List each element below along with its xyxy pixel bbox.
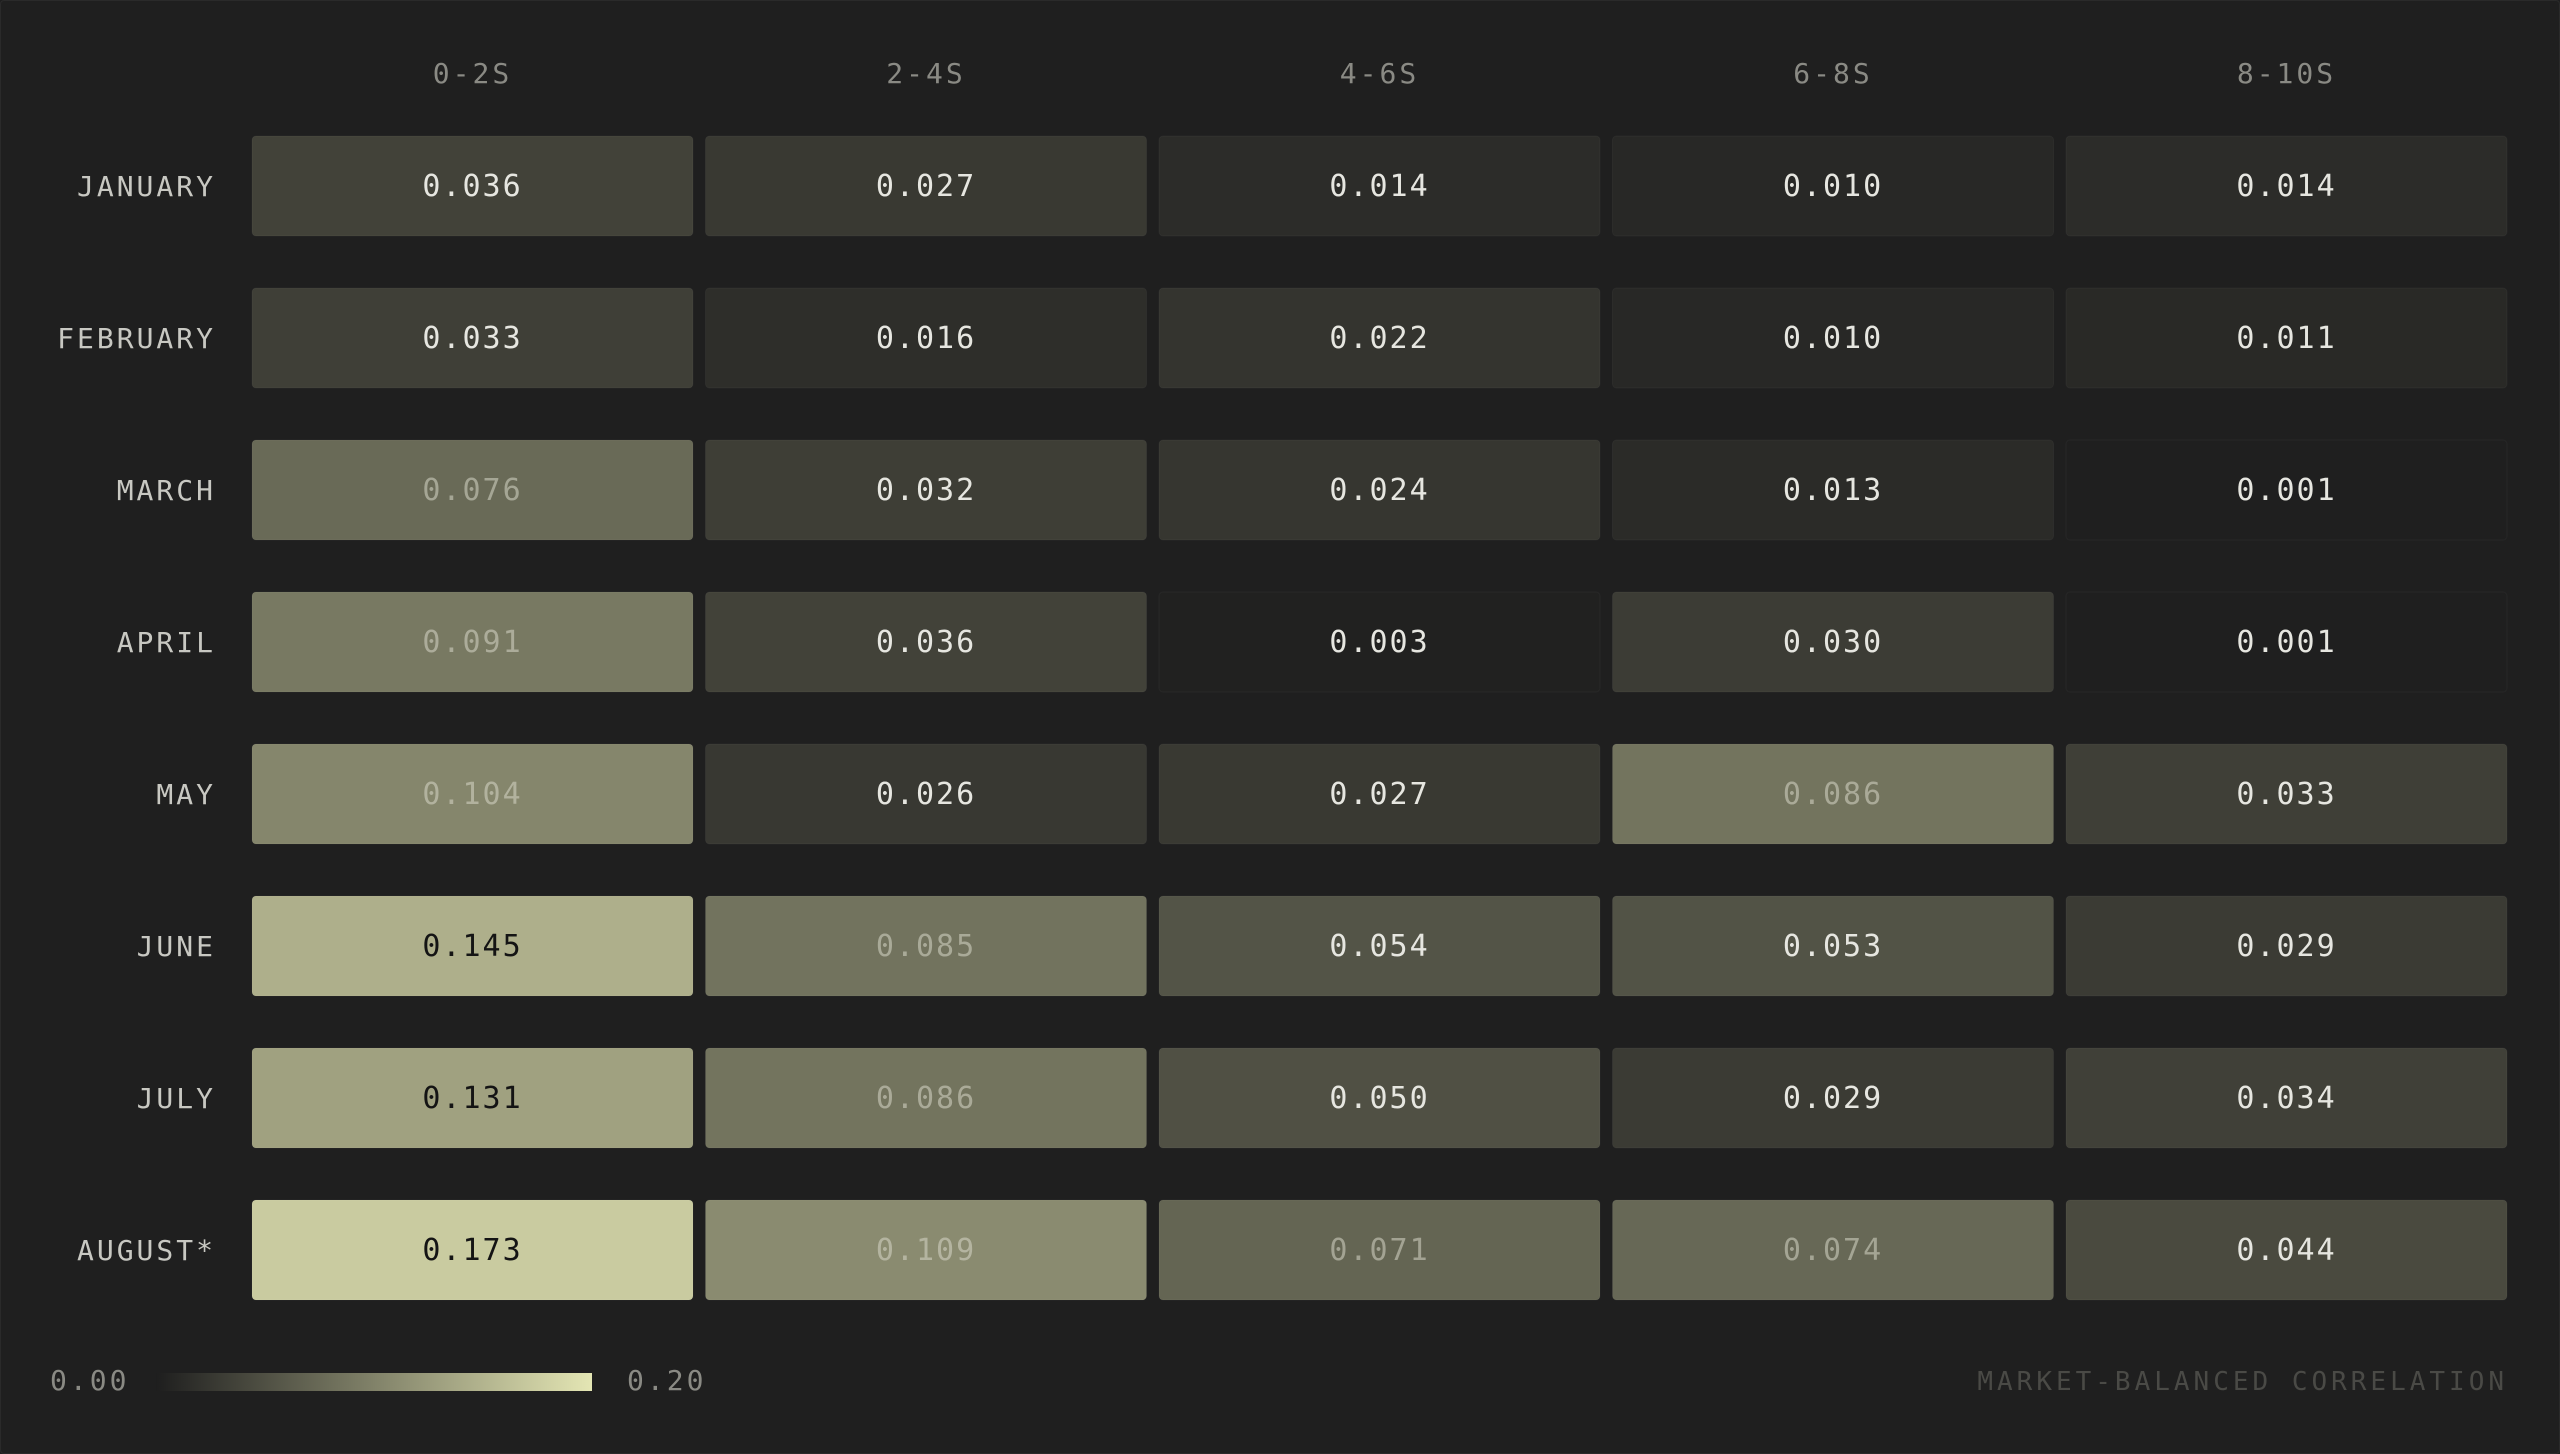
row-label: MAY — [156, 778, 216, 811]
cell-value-label: 0.086 — [876, 1081, 976, 1116]
cell-value-label: 0.027 — [876, 169, 976, 204]
cell-value-label: 0.071 — [1329, 1233, 1429, 1268]
chart-caption: MARKET-BALANCED CORRELATION — [1977, 1367, 2508, 1397]
row-label: AUGUST* — [77, 1234, 216, 1267]
column-label: 6-8S — [1793, 57, 1872, 90]
cell-value-label: 0.013 — [1783, 473, 1883, 508]
row-labels: JANUARY FEBRUARY MARCH APRIL MAY JUNE JULY AUGU… — [57, 170, 216, 1267]
cell-value-label: 0.027 — [1329, 777, 1429, 812]
cell-value-label: 0.086 — [1783, 777, 1883, 812]
cell-value-label: 0.032 — [876, 473, 976, 508]
cell-value-label: 0.036 — [422, 169, 522, 204]
row-label: MARCH — [117, 474, 216, 507]
cell-value-label: 0.076 — [422, 473, 522, 508]
cell-value-label: 0.029 — [2236, 929, 2336, 964]
heatmap-chart: 0-2S 2-4S 4-6S 6-8S 8-10S JANUARY FEBRUARY MAR… — [50, 57, 2508, 1397]
cell-value-label: 0.003 — [1329, 625, 1429, 660]
cell-value-label: 0.091 — [422, 625, 522, 660]
cell-value-label: 0.033 — [422, 321, 522, 356]
column-label: 8-10S — [2237, 57, 2336, 90]
cell-value-label: 0.024 — [1329, 473, 1429, 508]
column-label: 2-4S — [886, 57, 965, 90]
cell-value-label: 0.011 — [2236, 321, 2336, 356]
cell-value-label: 0.145 — [422, 929, 522, 964]
column-labels: 0-2S 2-4S 4-6S 6-8S 8-10S — [433, 57, 2336, 90]
cell-value-label: 0.033 — [2236, 777, 2336, 812]
column-label: 4-6S — [1340, 57, 1419, 90]
legend-max-label: 0.20 — [627, 1364, 706, 1397]
cell-value-label: 0.016 — [876, 321, 976, 356]
cell-value-label: 0.044 — [2236, 1233, 2336, 1268]
color-legend: 0.00 0.20 — [50, 1364, 706, 1397]
cell-value-label: 0.085 — [876, 929, 976, 964]
row-label: FEBRUARY — [57, 322, 216, 355]
cell-value-label: 0.173 — [422, 1233, 522, 1268]
cell-value-label: 0.001 — [2236, 473, 2336, 508]
cell-value-label: 0.036 — [876, 625, 976, 660]
row-label: JUNE — [137, 930, 216, 963]
cell-value-label: 0.074 — [1783, 1233, 1883, 1268]
cell-value-label: 0.022 — [1329, 321, 1429, 356]
row-label: JANUARY — [77, 170, 216, 203]
cell-value-label: 0.029 — [1783, 1081, 1883, 1116]
heatmap-cells: 0.036 0.027 0.014 0.010 0.014 0.033 0.016 0.022… — [251, 135, 2508, 1301]
cell-value-label: 0.104 — [422, 777, 522, 812]
cell-value-label: 0.014 — [2236, 169, 2336, 204]
cell-value-label: 0.014 — [1329, 169, 1429, 204]
legend-gradient-bar — [156, 1373, 592, 1391]
row-label: JULY — [137, 1082, 216, 1115]
cell-value-label: 0.030 — [1783, 625, 1883, 660]
cell-value-label: 0.053 — [1783, 929, 1883, 964]
cell-value-label: 0.010 — [1783, 169, 1883, 204]
cell-value-label: 0.010 — [1783, 321, 1883, 356]
cell-value-label: 0.050 — [1329, 1081, 1429, 1116]
cell-value-label: 0.109 — [876, 1233, 976, 1268]
cell-value-label: 0.001 — [2236, 625, 2336, 660]
row-label: APRIL — [117, 626, 216, 659]
cell-value-label: 0.131 — [422, 1081, 522, 1116]
cell-value-label: 0.034 — [2236, 1081, 2336, 1116]
legend-min-label: 0.00 — [50, 1364, 129, 1397]
column-label: 0-2S — [433, 57, 512, 90]
cell-value-label: 0.026 — [876, 777, 976, 812]
cell-value-label: 0.054 — [1329, 929, 1429, 964]
